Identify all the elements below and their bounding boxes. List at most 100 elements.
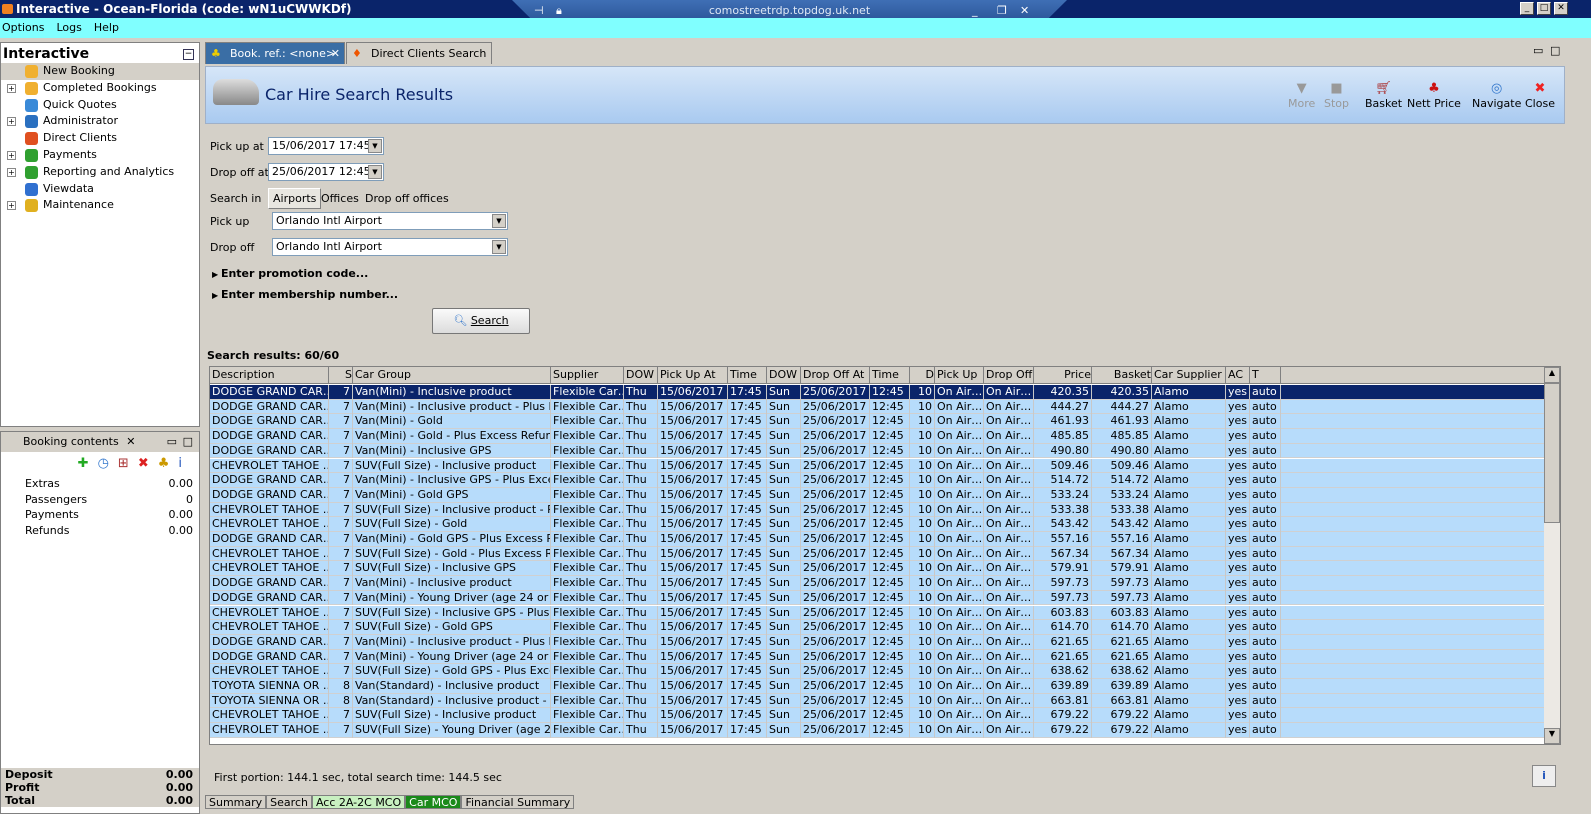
column-header-pick-up[interactable]: Pick Up: [935, 367, 984, 384]
expand-icon[interactable]: +: [7, 117, 16, 127]
toggle-airports[interactable]: Airports: [268, 188, 322, 209]
table-row[interactable]: TOYOTA SIENNA OR … 8 Van(Standard) - Inclu…: [210, 679, 1545, 694]
clock-icon[interactable]: ◷: [98, 456, 118, 471]
table-row[interactable]: CHEVROLET TAHOE … 7 SUV(Full Size) - Gold …: [210, 546, 1545, 562]
menu-logs[interactable]: Logs: [54, 21, 81, 34]
table-row[interactable]: TOYOTA SIENNA OR … 8 Van(Standard) - Inclu…: [210, 693, 1545, 709]
column-header-basket[interactable]: Basket: [1092, 367, 1152, 384]
table-row[interactable]: DODGE GRAND CAR… 7 Van(Mini) - Young Drive…: [210, 590, 1545, 606]
table-row[interactable]: CHEVROLET TAHOE … 7 SUV(Full Size) - Inclu…: [210, 458, 1545, 474]
column-header-time[interactable]: Time: [728, 367, 767, 384]
info-button[interactable]: i: [1532, 765, 1556, 787]
table-row[interactable]: CHEVROLET TAHOE … 7 SUV(Full Size) - Gold F…: [210, 517, 1545, 532]
minimize-button[interactable]: _: [1520, 2, 1534, 15]
menu-options[interactable]: Options: [0, 21, 44, 34]
bottom-tab-acc-2a-2c-mco[interactable]: Acc 2A-2C MCO: [311, 795, 406, 809]
sidebar-item-completed-bookings[interactable]: + Completed Bookings: [1, 80, 199, 97]
bottom-tab-summary[interactable]: Summary: [205, 795, 267, 809]
column-header-description[interactable]: Description: [210, 367, 329, 384]
table-row[interactable]: DODGE GRAND CAR… 7 Van(Mini) - Inclusive G…: [210, 443, 1545, 459]
tab-booking[interactable]: ♣ Book. ref.: <none> ✕: [205, 42, 345, 64]
table-row[interactable]: CHEVROLET TAHOE … 7 SUV(Full Size) - Gold …: [210, 664, 1545, 679]
column-header-dow[interactable]: DOW: [624, 367, 658, 384]
table-row[interactable]: CHEVROLET TAHOE … 7 SUV(Full Size) - Inclu…: [210, 502, 1545, 518]
table-row[interactable]: DODGE GRAND CAR… 7 Van(Mini) - Inclusive p…: [210, 399, 1545, 415]
column-header-dow[interactable]: DOW: [767, 367, 801, 384]
bottom-tab-car-mco[interactable]: Car MCO: [405, 795, 462, 809]
maximize-icon[interactable]: □: [183, 432, 193, 452]
scroll-down-button[interactable]: ▼: [1544, 728, 1560, 744]
pickup-select[interactable]: Orlando Intl Airport ▼: [272, 212, 508, 230]
basket-button[interactable]: 🛒︎ Basket: [1365, 81, 1402, 110]
vertical-scrollbar[interactable]: ▲ ▼: [1544, 367, 1560, 744]
dropdown-icon[interactable]: ▼: [492, 240, 506, 254]
column-header-price[interactable]: Price: [1034, 367, 1092, 384]
membership-number-expander[interactable]: ▶ Enter membership number...: [212, 288, 398, 301]
table-row[interactable]: DODGE GRAND CAR… 7 Van(Mini) - Inclusive G…: [210, 473, 1545, 488]
sidebar-item-reporting-and-analytics[interactable]: + Reporting and Analytics: [1, 164, 199, 181]
add-icon[interactable]: ✚: [78, 456, 98, 471]
close-button[interactable]: ✕: [1554, 2, 1568, 15]
sidebar-item-payments[interactable]: + Payments: [1, 147, 199, 164]
bottom-tab-search[interactable]: Search: [266, 795, 312, 809]
column-header-supplier[interactable]: Supplier: [551, 367, 624, 384]
dropdown-icon[interactable]: ▼: [368, 139, 382, 153]
close-icon[interactable]: ✕: [126, 435, 135, 448]
sidebar-item-quick-quotes[interactable]: Quick Quotes: [1, 97, 199, 114]
table-row[interactable]: DODGE GRAND CAR… 7 Van(Mini) - Gold - Plus…: [210, 429, 1545, 444]
sidebar-item-direct-clients[interactable]: Direct Clients: [1, 130, 199, 147]
expand-icon[interactable]: +: [7, 83, 16, 93]
dropdown-icon[interactable]: ▼: [368, 165, 382, 179]
more-button[interactable]: ▼ More: [1288, 81, 1315, 110]
table-row[interactable]: DODGE GRAND CAR… 7 Van(Mini) - Inclusive p…: [210, 634, 1545, 650]
table-row[interactable]: DODGE GRAND CAR… 7 Van(Mini) - Gold GPS - …: [210, 532, 1545, 547]
pickup-at-field[interactable]: 15/06/2017 17:45 ▼: [268, 137, 384, 155]
table-row[interactable]: DODGE GRAND CAR… 7 Van(Mini) - Gold Flexibl…: [210, 414, 1545, 430]
panel-maximize-icon[interactable]: □: [1550, 44, 1560, 57]
menu-help[interactable]: Help: [92, 21, 119, 34]
column-header-ac[interactable]: AC: [1226, 367, 1250, 384]
stop-button[interactable]: ■ Stop: [1324, 81, 1349, 110]
dropdown-icon[interactable]: ▼: [492, 214, 506, 228]
table-row[interactable]: DODGE GRAND CAR… 7 Van(Mini) - Inclusive p…: [210, 576, 1545, 591]
column-header-drop-off-at[interactable]: Drop Off At: [801, 367, 870, 384]
tab-close-icon[interactable]: ✕: [331, 43, 340, 65]
sidebar-item-administrator[interactable]: + Administrator: [1, 113, 199, 130]
panel-minimize-icon[interactable]: ▭: [1533, 44, 1543, 57]
scroll-thumb[interactable]: [1544, 383, 1560, 523]
tab-direct-clients-search[interactable]: ♦ Direct Clients Search: [346, 42, 492, 64]
expand-icon[interactable]: +: [7, 150, 16, 160]
table-row[interactable]: CHEVROLET TAHOE … 7 SUV(Full Size) - Inclu…: [210, 708, 1545, 724]
basket-icon[interactable]: ⊞: [118, 456, 138, 471]
expand-icon[interactable]: +: [7, 201, 16, 211]
table-row[interactable]: CHEVROLET TAHOE … 7 SUV(Full Size) - Gold …: [210, 620, 1545, 635]
sidebar-item-maintenance[interactable]: + Maintenance: [1, 197, 199, 214]
column-header-pick-up-at[interactable]: Pick Up At: [658, 367, 728, 384]
delete-icon[interactable]: ✖: [138, 456, 158, 471]
table-row[interactable]: CHEVROLET TAHOE … 7 SUV(Full Size) - Inclu…: [210, 605, 1545, 621]
dropoff-select[interactable]: Orlando Intl Airport ▼: [272, 238, 508, 256]
table-row[interactable]: DODGE GRAND CAR… 7 Van(Mini) - Young Drive…: [210, 649, 1545, 665]
bottom-tab-financial-summary[interactable]: Financial Summary: [461, 795, 575, 809]
table-row[interactable]: CHEVROLET TAHOE … 7 SUV(Full Size) - Inclu…: [210, 561, 1545, 577]
column-header-d[interactable]: D: [910, 367, 935, 384]
column-header-time[interactable]: Time: [870, 367, 910, 384]
nett-price-button[interactable]: ♣ Nett Price: [1407, 81, 1461, 110]
table-row[interactable]: CHEVROLET TAHOE … 7 SUV(Full Size) - Young…: [210, 723, 1545, 738]
table-row[interactable]: DODGE GRAND CAR… 7 Van(Mini) - Gold GPS Fle…: [210, 487, 1545, 503]
column-header-s[interactable]: S: [329, 367, 353, 384]
promotion-code-expander[interactable]: ▶ Enter promotion code...: [212, 267, 368, 280]
table-row[interactable]: DODGE GRAND CAR… 7 Van(Mini) - Inclusive p…: [210, 385, 1545, 400]
expand-icon[interactable]: +: [7, 167, 16, 177]
navigate-button[interactable]: ◎ Navigate: [1472, 81, 1521, 110]
toggle-offices[interactable]: Offices: [321, 192, 359, 205]
toggle-drop-off-offices[interactable]: Drop off offices: [365, 192, 449, 205]
search-button[interactable]: 🔍︎ Search: [432, 308, 530, 334]
column-header-car-supplier[interactable]: Car Supplier: [1152, 367, 1226, 384]
scroll-up-button[interactable]: ▲: [1544, 367, 1560, 383]
sidebar-item-new-booking[interactable]: New Booking: [1, 63, 199, 80]
dropoff-at-field[interactable]: 25/06/2017 12:45 ▼: [268, 163, 384, 181]
palm-icon[interactable]: ♣: [158, 456, 179, 471]
collapse-icon[interactable]: −: [183, 49, 194, 60]
close-results-button[interactable]: ✖ Close: [1525, 81, 1555, 110]
